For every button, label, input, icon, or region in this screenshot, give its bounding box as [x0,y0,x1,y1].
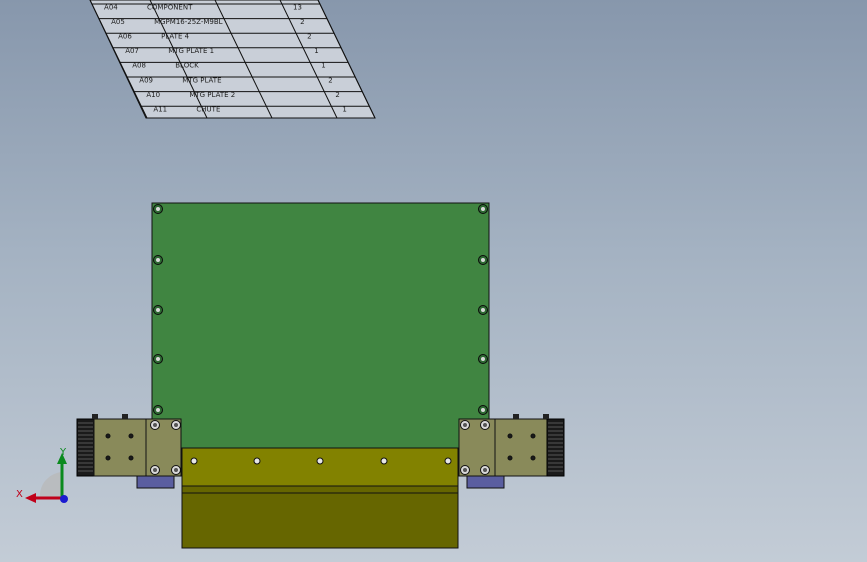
mounting-hole [105,455,111,461]
left-port-1 [92,414,98,419]
mounting-hole [507,433,513,439]
bom-item-number: A07 [125,47,139,55]
guide-rod-center [483,468,487,472]
z-axis-dot-icon [60,495,68,503]
bom-quantity: 2 [328,76,332,84]
guide-rod-center [483,423,487,427]
bom-quantity: 13 [293,3,302,11]
bom-description: MGPM16-25Z-M9BL [154,18,223,26]
guide-rod-center [463,468,467,472]
chute-hole [380,457,388,465]
bill-of-materials-table: A04 COMPONENT 13 A05 MGPM16-25Z-M9BL 2 A06 PLAT… [89,0,376,119]
x-axis-arrow-icon [25,493,36,503]
green-plate-face [151,202,490,451]
chute-upper-face [181,447,459,487]
bom-quantity: 2 [300,18,304,26]
cad-viewport[interactable]: A04 COMPONENT 13 A05 MGPM16-25Z-M9BL 2 A06 PLAT… [0,0,867,562]
x-axis-label: X [16,489,23,500]
screw-socket [156,308,160,312]
screw-socket [481,408,485,412]
left-cylinder-body [93,418,147,477]
guide-rod-center [153,423,157,427]
bom-item-number: A06 [118,33,132,41]
screw-socket [156,408,160,412]
screw-socket [156,258,160,262]
mounting-hole [105,433,111,439]
triad-plane-shade [39,472,62,498]
mounting-hole [128,433,134,439]
bom-quantity: 1 [321,62,325,70]
bom-quantity: 1 [342,106,346,114]
model-view[interactable]: A04 COMPONENT 13 A05 MGPM16-25Z-M9BL 2 A06 PLAT… [0,0,867,562]
bom-table-background [89,0,376,119]
left-port-2 [122,414,128,419]
chute-hole [444,457,452,465]
screw-socket [156,207,160,211]
screw-socket [156,357,160,361]
chute-hole [190,457,198,465]
right-mount-bracket [466,475,505,489]
bom-description: BLOCK [175,62,199,70]
green-plate[interactable] [151,202,490,451]
guide-rod-center [463,423,467,427]
bom-description: COMPONENT [147,3,193,11]
right-port-2 [543,414,549,419]
bom-description: PLATE 4 [161,33,189,41]
screw-socket [481,258,485,262]
left-cylinder-assembly[interactable] [76,414,182,489]
bom-item-number: A10 [146,91,160,99]
left-mount-bracket [136,475,175,489]
guide-rod-center [174,423,178,427]
chute-hole [253,457,261,465]
bom-description: MTG PLATE 2 [189,91,235,99]
screw-socket [481,308,485,312]
right-cylinder-assembly[interactable] [458,414,565,489]
mounting-hole [530,433,536,439]
bom-description: MTG PLATE 1 [168,47,214,55]
guide-rod-center [153,468,157,472]
bom-description: MTG PLATE [182,76,221,84]
chute-hole [316,457,324,465]
screw-socket [481,207,485,211]
right-cylinder-body [494,418,548,477]
mounting-hole [128,455,134,461]
guide-rod-center [174,468,178,472]
right-port-1 [513,414,519,419]
chute[interactable] [181,447,459,549]
mounting-hole [507,455,513,461]
bom-item-number: A09 [139,76,153,84]
bom-item-number: A05 [111,18,125,26]
bom-item-number: A04 [104,3,118,11]
bom-quantity: 2 [335,91,339,99]
mounting-hole [530,455,536,461]
bom-item-number: A11 [153,106,167,114]
bom-quantity: 1 [314,47,318,55]
bom-description: CHUTE [196,106,220,114]
y-axis-label: Y [59,447,67,458]
bom-quantity: 2 [307,33,311,41]
screw-socket [481,357,485,361]
axis-triad[interactable]: Y X [16,447,68,503]
bom-item-number: A08 [132,62,146,70]
